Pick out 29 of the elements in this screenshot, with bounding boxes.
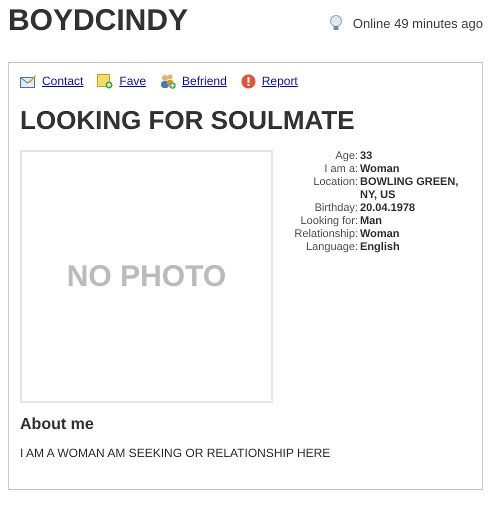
detail-label: I am a: — [323, 163, 358, 176]
detail-label: Age: — [334, 150, 358, 163]
envelope-pencil-icon[interactable] — [20, 74, 36, 88]
about-text: I AM A WOMAN AM SEEKING OR RELATIONSHIP HERE — [20, 446, 332, 460]
detail-label: Looking for: — [300, 215, 358, 228]
detail-value: English — [360, 241, 401, 254]
online-status: Online 49 minutes ago — [352, 16, 483, 30]
detail-label: Relationship: — [293, 228, 358, 241]
detail-value: Man — [360, 215, 383, 228]
detail-value: 20.04.1978 — [360, 202, 416, 215]
people-plus-icon[interactable] — [160, 73, 176, 89]
detail-label: Location: — [312, 176, 358, 190]
note-plus-icon[interactable] — [97, 74, 114, 88]
no-photo-text: NO PHOTO — [66, 260, 226, 294]
detail-label: Birthday: — [314, 202, 358, 215]
detail-value: BOWLING GREEN, NY, US — [360, 176, 460, 202]
about-heading: About me — [20, 416, 95, 434]
detail-value: Woman — [360, 163, 401, 176]
username-title: BOYDCINDY — [8, 4, 188, 38]
detail-value: Woman — [360, 228, 401, 241]
action-link[interactable]: Fave — [119, 74, 146, 88]
lightbulb-icon — [328, 15, 343, 31]
action-link[interactable]: Report — [262, 74, 298, 88]
profile-headline: LOOKING FOR SOULMATE — [20, 105, 356, 136]
warning-icon[interactable] — [240, 74, 256, 88]
action-link[interactable]: Contact — [42, 74, 84, 88]
action-link[interactable]: Befriend — [182, 74, 227, 88]
detail-label: Language: — [305, 241, 358, 254]
detail-value: 33 — [360, 150, 374, 163]
